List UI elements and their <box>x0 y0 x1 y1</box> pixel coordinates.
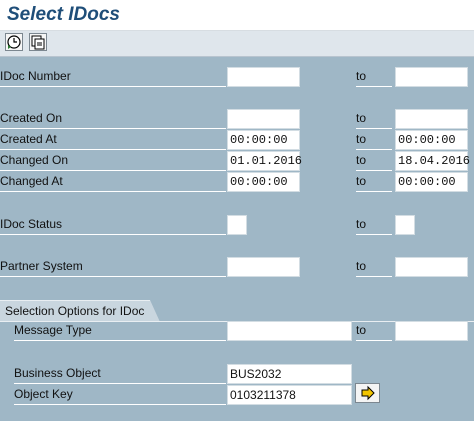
changed-on-to-label: to <box>356 151 392 171</box>
arrow-right-icon <box>356 385 379 406</box>
section-title: Selection Options for IDoc <box>5 304 145 318</box>
partner-system-to-input[interactable] <box>395 257 468 277</box>
business-object-label: Business Object <box>14 364 226 384</box>
title-bar: Select IDocs <box>0 0 474 31</box>
changed-at-to-label: to <box>356 172 392 192</box>
selection-options-section: Selection Options for IDoc <box>0 300 474 322</box>
business-object-input[interactable]: BUS2032 <box>227 364 352 384</box>
toolbar <box>0 31 474 57</box>
created-at-label: Created At <box>0 130 226 150</box>
created-at-to-label: to <box>356 130 392 150</box>
changed-on-from-input[interactable]: 01.01.2016 <box>227 151 302 171</box>
created-at-to-input[interactable]: 00:00:00 <box>395 130 468 150</box>
object-key-input[interactable]: 0103211378 <box>227 385 352 405</box>
section-tab: Selection Options for IDoc <box>0 300 160 322</box>
created-on-to-input[interactable] <box>395 109 468 129</box>
get-variant-icon <box>30 34 46 50</box>
execute-clock-icon <box>6 34 22 50</box>
idoc-status-to-input[interactable] <box>395 215 415 235</box>
changed-on-label: Changed On <box>0 151 226 171</box>
created-on-from-input[interactable] <box>227 109 300 129</box>
changed-at-to-input[interactable]: 00:00:00 <box>395 172 468 192</box>
object-key-label: Object Key <box>14 385 226 405</box>
partner-system-label: Partner System <box>0 257 226 277</box>
message-type-to-input[interactable] <box>395 321 468 341</box>
created-at-from-input[interactable]: 00:00:00 <box>227 130 300 150</box>
changed-at-from-input[interactable]: 00:00:00 <box>227 172 300 192</box>
get-variant-button[interactable] <box>29 33 47 51</box>
execute-button[interactable] <box>5 33 23 51</box>
idoc-status-to-label: to <box>356 215 392 235</box>
idoc-status-from-input[interactable] <box>227 215 247 235</box>
idoc-number-label: IDoc Number <box>0 67 226 87</box>
idoc-number-to-input[interactable] <box>395 67 468 87</box>
changed-at-label: Changed At <box>0 172 226 192</box>
idoc-status-label: IDoc Status <box>0 215 226 235</box>
partner-system-to-label: to <box>356 257 392 277</box>
message-type-from-input[interactable] <box>227 321 352 341</box>
changed-on-to-input[interactable]: 18.04.2016 <box>395 151 470 171</box>
idoc-number-to-label: to <box>356 67 392 87</box>
message-type-to-label: to <box>356 321 392 341</box>
idoc-number-from-input[interactable] <box>227 67 300 87</box>
message-type-label: Message Type <box>14 321 226 341</box>
page-title: Select IDocs <box>7 4 120 25</box>
multiple-selection-button[interactable] <box>355 383 380 403</box>
created-on-label: Created On <box>0 109 226 129</box>
created-on-to-label: to <box>356 109 392 129</box>
partner-system-from-input[interactable] <box>227 257 300 277</box>
